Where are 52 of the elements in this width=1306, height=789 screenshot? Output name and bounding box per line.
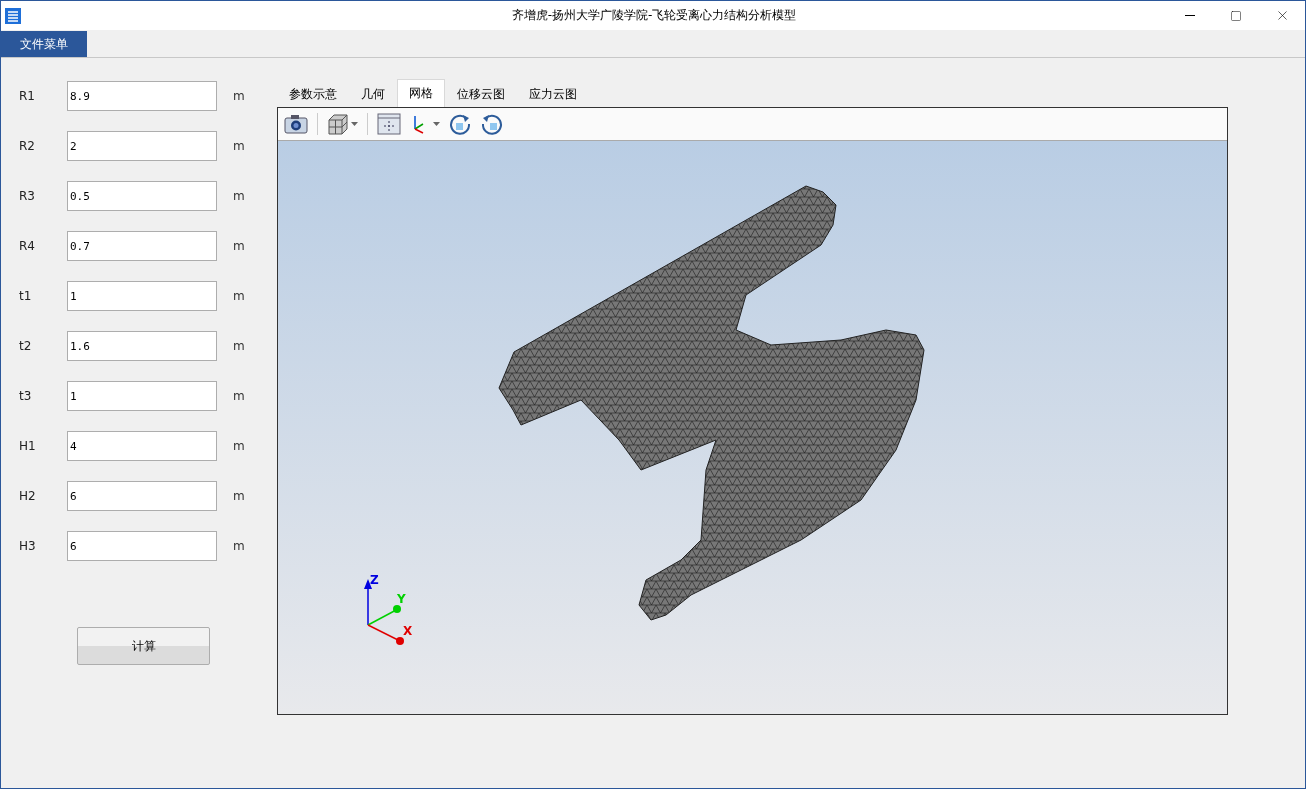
menu-item[interactable]: 文件菜单 — [1, 31, 87, 57]
app-icon — [5, 7, 21, 24]
parameter-label: H1 — [19, 439, 37, 453]
tab[interactable]: 几何 — [349, 81, 397, 107]
caret-icon — [351, 122, 358, 126]
input-field[interactable]: 1 — [67, 281, 217, 311]
parameter-label: R2 — [19, 139, 36, 153]
unit-label: m — [233, 539, 245, 553]
input-field[interactable]: 2 — [67, 131, 217, 161]
unit-label: m — [233, 439, 245, 453]
input-field[interactable]: 6 — [67, 531, 217, 561]
parameter-label: t1 — [19, 289, 33, 303]
cube-view-icon — [327, 113, 349, 135]
parameter-label: t3 — [19, 389, 33, 403]
unit-label: m — [233, 189, 245, 203]
caret-icon — [433, 122, 440, 126]
input-field[interactable]: 0.5 — [67, 181, 217, 211]
fit-view-icon[interactable] — [375, 111, 403, 137]
z-axis-arrow — [364, 579, 372, 626]
parameter-label: H2 — [19, 489, 37, 503]
parameter-label: H3 — [19, 539, 37, 553]
input-field[interactable]: 8.9 — [67, 81, 217, 111]
cube-view-button[interactable] — [325, 111, 360, 137]
input-field[interactable]: 4 — [67, 431, 217, 461]
y-axis-label: Y — [397, 592, 406, 606]
parameter-label: R1 — [19, 89, 36, 103]
x-axis-arrow — [367, 624, 404, 645]
unit-label: m — [233, 89, 245, 103]
tab[interactable]: 网格 — [397, 79, 445, 107]
minimize-icon — [1185, 15, 1195, 16]
unit-label: m — [233, 489, 245, 503]
unit-label: m — [233, 289, 245, 303]
z-axis-label: Z — [370, 573, 379, 587]
unit-label: m — [233, 139, 245, 153]
parameter-label: t2 — [19, 339, 33, 353]
input-field[interactable]: 6 — [67, 481, 217, 511]
y-axis-arrow — [367, 605, 401, 626]
input-field[interactable]: 1.6 — [67, 331, 217, 361]
tab[interactable]: 应力云图 — [517, 81, 589, 107]
parameter-label: R3 — [19, 189, 36, 203]
input-field[interactable]: 1 — [67, 381, 217, 411]
unit-label: m — [233, 239, 245, 253]
input-field[interactable]: 0.7 — [67, 231, 217, 261]
parameter-label: R4 — [19, 239, 36, 253]
tab[interactable]: 参数示意 — [277, 81, 349, 107]
x-axis-label: X — [403, 624, 413, 638]
unit-label: m — [233, 389, 245, 403]
unit-label: m — [233, 339, 245, 353]
tab[interactable]: 位移云图 — [445, 81, 517, 107]
maximize-icon — [1230, 9, 1242, 22]
window-title: 齐增虎-扬州大学广陵学院-飞轮受离心力结构分析模型 — [510, 7, 798, 24]
calculate-button[interactable]: 计算 — [77, 627, 210, 665]
